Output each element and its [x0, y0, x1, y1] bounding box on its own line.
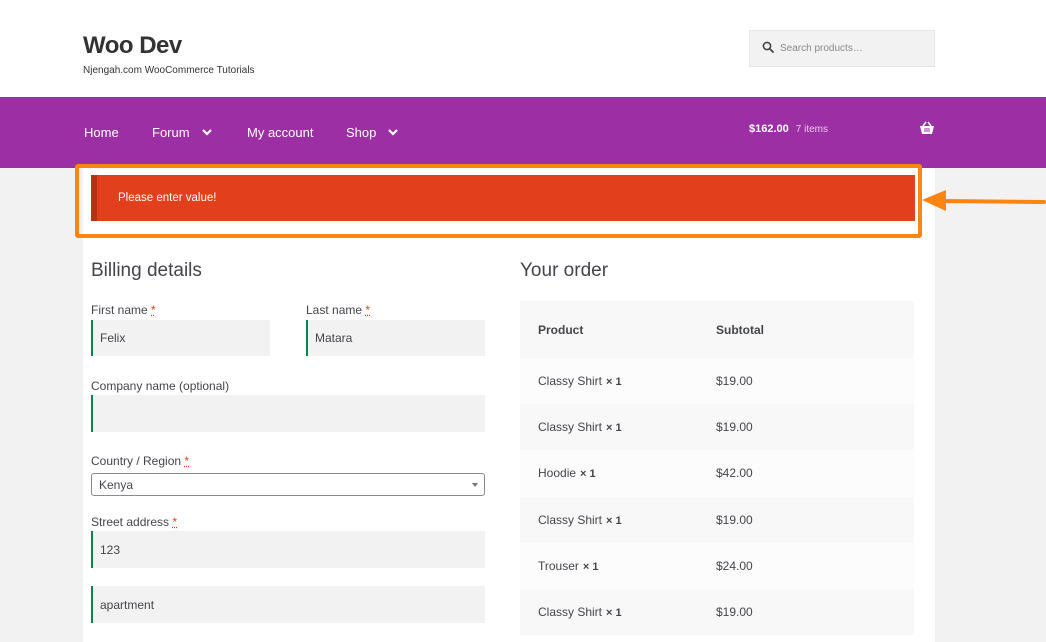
product-name: Classy Shirt [538, 605, 603, 620]
table-row: Hoodie × 1 $42.00 [520, 450, 914, 497]
table-row: Classy Shirt × 1 $19.00 [520, 496, 914, 543]
billing-details-title: Billing details [91, 260, 202, 281]
country-selected-value: Kenya [99, 477, 134, 492]
nav-item-label: Forum [152, 125, 190, 140]
company-name-field[interactable] [91, 395, 485, 432]
site-branding: Woo Dev Njengah.com WooCommerce Tutorial… [83, 33, 255, 77]
street-address-label: Street address * [91, 515, 177, 529]
annotation-arrow-icon [922, 190, 1046, 211]
label-text: Last name [306, 303, 363, 317]
subtotal-cell: $19.00 [716, 374, 753, 389]
caret-down-icon [472, 483, 478, 487]
annotation-highlight-box [75, 164, 922, 238]
nav-item-label: Home [84, 125, 119, 140]
primary-navigation: Home Forum My account Shop $162.00 7 ite… [0, 97, 1046, 168]
header-cart[interactable]: $162.00 7 items [749, 97, 935, 161]
product-cell: Hoodie × 1 [520, 466, 716, 480]
product-name: Hoodie [538, 466, 577, 481]
site-tagline: Njengah.com WooCommerce Tutorials [83, 65, 255, 76]
product-name: Classy Shirt [538, 512, 603, 527]
country-region-select[interactable]: Kenya [91, 473, 485, 496]
table-row: Classy Shirt × 1 $19.00 [520, 588, 914, 636]
search-input[interactable] [780, 43, 930, 54]
cart-amount: $162.00 [749, 123, 789, 135]
product-name: Classy Shirt [538, 374, 603, 389]
table-row: Trouser × 1 $24.00 [520, 542, 914, 589]
product-name: Classy Shirt [538, 420, 603, 435]
required-marker: * [151, 303, 156, 317]
product-quantity: × 1 [580, 468, 596, 481]
label-text: First name [91, 303, 148, 317]
required-marker: * [172, 515, 178, 529]
last-name-field[interactable] [306, 320, 485, 356]
product-cell: Trouser × 1 [520, 559, 716, 573]
product-cell: Classy Shirt × 1 [520, 513, 716, 527]
street-address-field[interactable] [91, 531, 485, 568]
apartment-field[interactable] [91, 586, 485, 623]
search-box[interactable] [749, 30, 935, 67]
nav-item-home[interactable]: Home [84, 97, 119, 168]
chevron-down-icon [388, 129, 399, 136]
nav-item-label: My account [247, 125, 314, 140]
search-icon [762, 40, 774, 58]
product-quantity: × 1 [606, 422, 622, 435]
your-order-title: Your order [520, 260, 609, 281]
subtotal-cell: $19.00 [716, 605, 753, 620]
subtotal-cell: $19.00 [716, 420, 753, 435]
nav-item-forum[interactable]: Forum [152, 97, 212, 168]
product-quantity: × 1 [606, 376, 622, 389]
product-name: Trouser [538, 558, 579, 573]
order-review-table: Product Subtotal Classy Shirt × 1 $19.00 … [520, 301, 914, 636]
product-cell: Classy Shirt × 1 [520, 374, 716, 388]
product-cell: Classy Shirt × 1 [520, 605, 716, 619]
chevron-down-icon [201, 129, 212, 136]
required-marker: * [184, 454, 190, 468]
product-quantity: × 1 [606, 514, 622, 527]
label-text: Street address [91, 515, 170, 529]
label-text: Country / Region [91, 454, 182, 468]
site-header: Woo Dev Njengah.com WooCommerce Tutorial… [0, 0, 1046, 97]
last-name-label: Last name * [306, 303, 370, 317]
first-name-label: First name * [91, 303, 156, 317]
nav-item-my-account[interactable]: My account [247, 97, 313, 168]
site-title[interactable]: Woo Dev [83, 33, 255, 59]
table-header-row: Product Subtotal [520, 301, 914, 358]
basket-icon[interactable] [919, 121, 935, 135]
subtotal-cell: $42.00 [716, 466, 753, 481]
product-cell: Classy Shirt × 1 [520, 420, 716, 434]
company-name-label: Company name (optional) [91, 379, 230, 393]
table-row: Classy Shirt × 1 $19.00 [520, 358, 914, 405]
required-marker: * [365, 303, 371, 317]
subtotal-cell: $19.00 [716, 512, 753, 527]
country-region-label: Country / Region * [91, 454, 189, 468]
subtotal-cell: $24.00 [716, 558, 753, 573]
cart-count: 7 items [795, 123, 828, 135]
table-row: Classy Shirt × 1 $19.00 [520, 404, 914, 451]
first-name-field[interactable] [91, 320, 270, 356]
product-quantity: × 1 [606, 607, 622, 620]
column-header-product: Product [538, 322, 584, 337]
column-header-subtotal: Subtotal [716, 322, 764, 337]
nav-item-label: Shop [346, 125, 377, 140]
nav-item-shop[interactable]: Shop [346, 97, 399, 168]
product-quantity: × 1 [582, 560, 599, 573]
